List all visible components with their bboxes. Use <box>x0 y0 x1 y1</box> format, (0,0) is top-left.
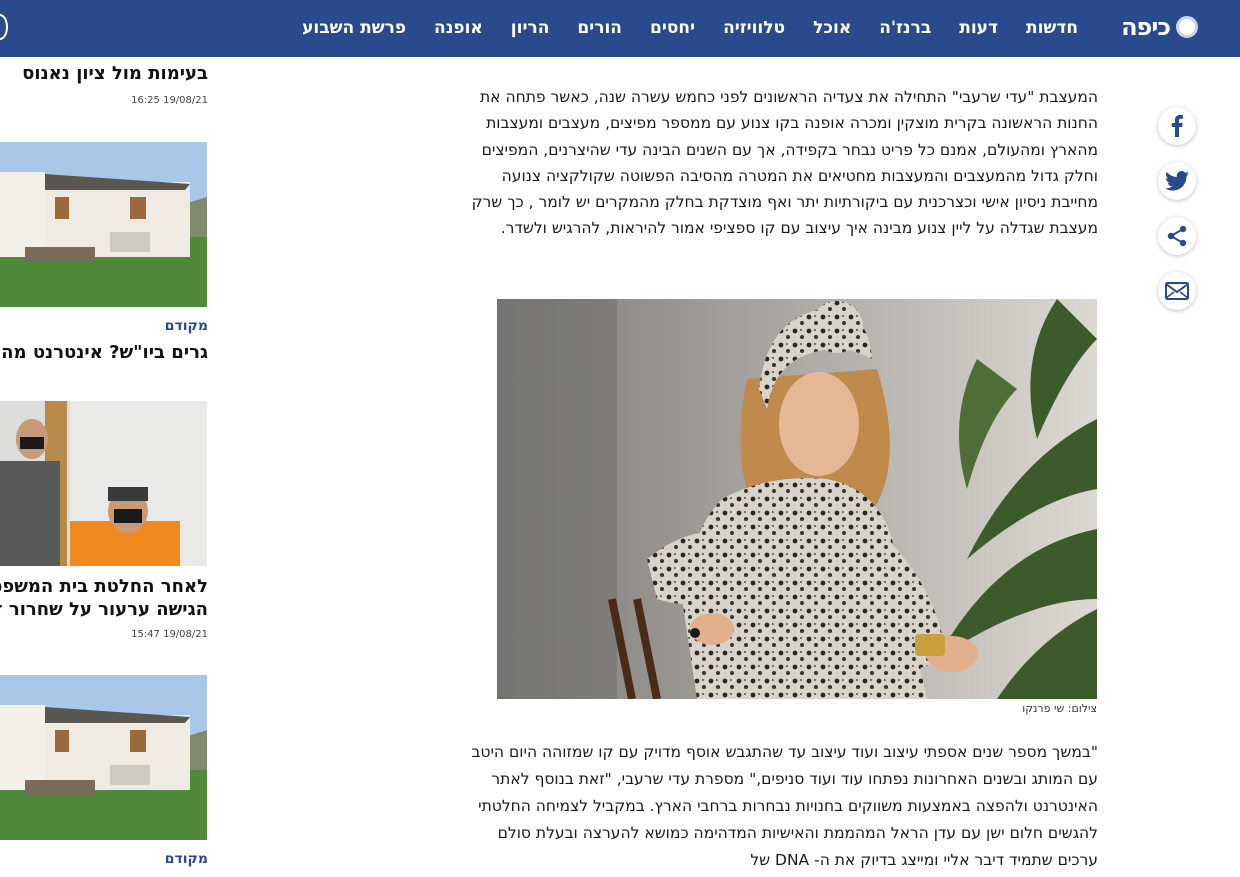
nav-item-relationships[interactable]: יחסים <box>636 0 709 57</box>
top-navigation-bar: כיפה חדשות דעות ברנז'ה אוכל טלוויזיה יחס… <box>0 0 1240 57</box>
main-nav: חדשות דעות ברנז'ה אוכל טלוויזיה יחסים הו… <box>288 0 1092 57</box>
house-photo <box>0 142 207 307</box>
sidebar-date: 15:47 19/08/21 <box>131 629 208 640</box>
sidebar-headline[interactable]: גרים ביו"ש? אינטרנט מהיר ב <box>0 341 208 365</box>
logo-text: כיפה <box>1121 13 1171 41</box>
article-photo <box>497 299 1097 699</box>
facebook-icon <box>1171 115 1183 137</box>
sidebar-thumbnail[interactable] <box>0 401 207 566</box>
nav-item-fashion[interactable]: אופנה <box>420 0 497 57</box>
fashion-model-photo <box>497 299 1097 699</box>
sidebar-thumbnail[interactable] <box>0 675 207 840</box>
nav-overflow-icon[interactable] <box>0 14 8 40</box>
share-column <box>1158 107 1198 327</box>
house-photo <box>0 675 207 840</box>
related-sidebar: בעימות מול ציון נאנוס 16:25 19/08/21 מקו… <box>0 57 208 877</box>
sidebar-thumbnail[interactable] <box>0 142 207 307</box>
article-paragraph-2: "במשך מספר שנים אספתי עיצוב ועוד עיצוב ע… <box>471 743 1098 869</box>
email-share-button[interactable] <box>1158 272 1196 310</box>
photo-credit: צילום: שי פרנקו <box>1022 702 1097 715</box>
share-icon <box>1167 225 1187 247</box>
twitter-share-button[interactable] <box>1158 162 1196 200</box>
generic-share-button[interactable] <box>1158 217 1196 255</box>
logo-circle-icon <box>1176 16 1198 38</box>
sidebar-date: 16:25 19/08/21 <box>131 95 208 106</box>
nav-item-parents[interactable]: הורים <box>563 0 636 57</box>
nav-item-news[interactable]: חדשות <box>1012 0 1092 57</box>
nav-item-pregnancy[interactable]: הריון <box>497 0 564 57</box>
nav-item-industry[interactable]: ברנז'ה <box>865 0 945 57</box>
promoted-label: מקודם <box>164 318 208 334</box>
article-paragraph: המעצבת "עדי שרעבי" התחילה את צעדיה הראשו… <box>471 88 1098 238</box>
facebook-share-button[interactable] <box>1158 107 1196 145</box>
sidebar-headline[interactable]: לאחר החלטת בית המשפט, ה <box>0 575 208 599</box>
nav-item-opinions[interactable]: דעות <box>945 0 1012 57</box>
site-logo[interactable]: כיפה <box>1121 13 1198 41</box>
article-body: המעצבת "עדי שרעבי" התחילה את צעדיה הראשו… <box>458 84 1098 242</box>
promoted-label: מקודם <box>164 851 208 867</box>
sidebar-headline[interactable]: הגישה ערעור על שחרור זדו <box>0 598 208 622</box>
nav-item-tv[interactable]: טלוויזיה <box>709 0 799 57</box>
nav-item-food[interactable]: אוכל <box>799 0 865 57</box>
courtroom-photo <box>0 401 207 566</box>
nav-item-weekly-portion[interactable]: פרשת השבוע <box>288 0 420 57</box>
sidebar-headline[interactable]: בעימות מול ציון נאנוס <box>0 62 208 86</box>
email-icon <box>1165 282 1189 300</box>
twitter-icon <box>1165 171 1189 191</box>
